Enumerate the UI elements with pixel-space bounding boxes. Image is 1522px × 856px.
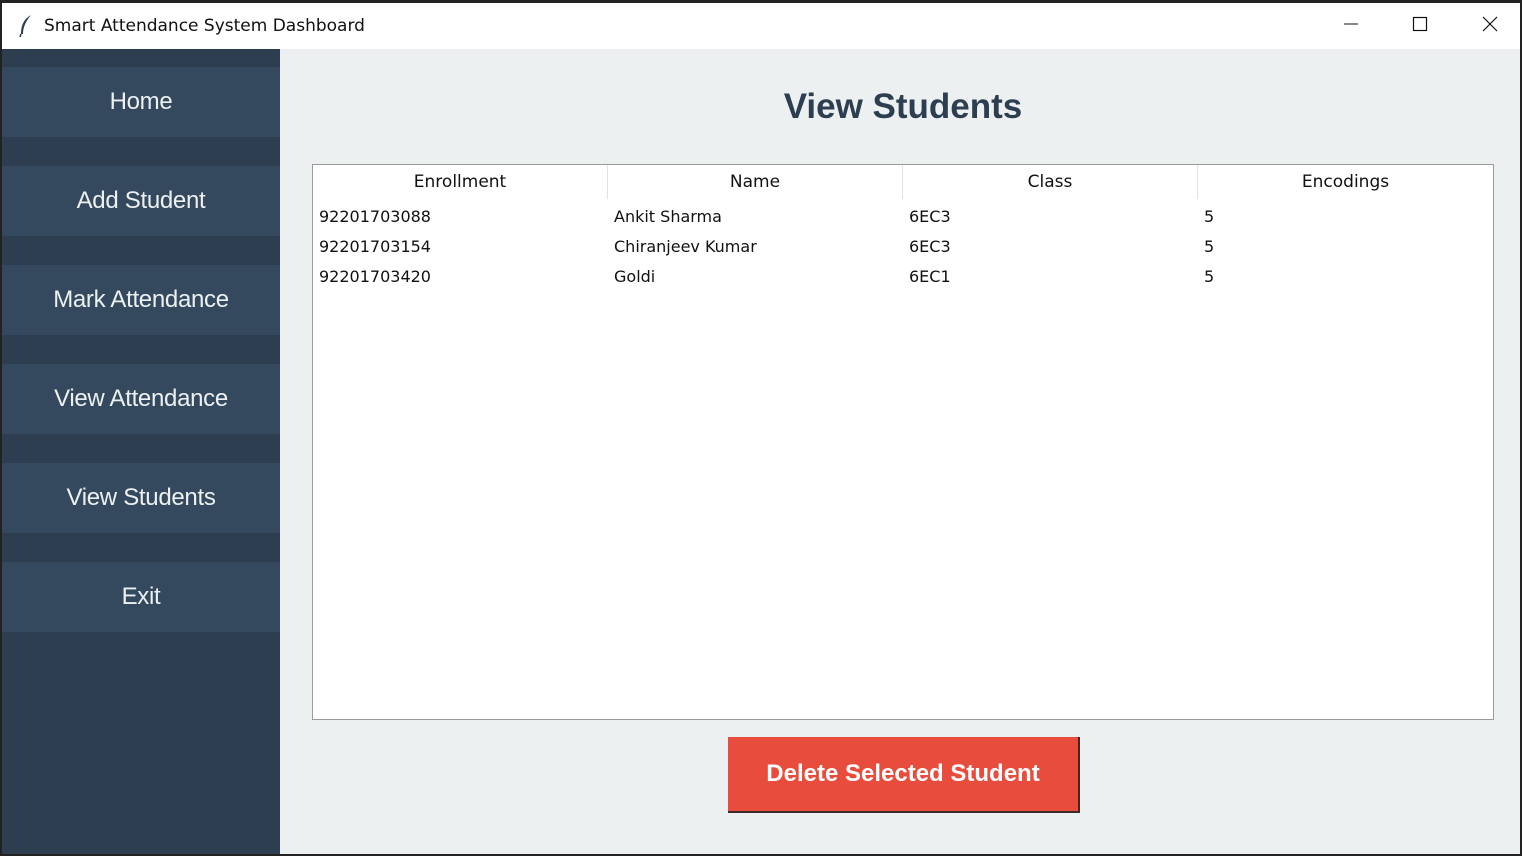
cell-name: Chiranjeev Kumar (614, 236, 757, 256)
maximize-button[interactable] (1385, 3, 1455, 49)
delete-selected-student-button[interactable]: Delete Selected Student (728, 737, 1080, 813)
sidebar-item-mark-attendance[interactable]: Mark Attendance (2, 265, 280, 335)
students-table[interactable]: Enrollment Name Class Encodings 92201703… (312, 164, 1494, 720)
page-title: View Students (783, 87, 1023, 126)
cell-encodings: 5 (1204, 206, 1215, 226)
sidebar-item-exit[interactable]: Exit (2, 562, 280, 632)
cell-class: 6EC3 (909, 236, 951, 256)
table-header: Enrollment Name Class Encodings (313, 165, 1493, 199)
sidebar: Home Add Student Mark Attendance View At… (2, 49, 280, 854)
table-row[interactable]: 92201703154 Chiranjeev Kumar 6EC3 5 (313, 231, 1493, 261)
minimize-icon (1343, 16, 1359, 37)
close-button[interactable] (1455, 3, 1520, 49)
sidebar-item-add-student[interactable]: Add Student (2, 166, 280, 236)
sidebar-item-view-attendance[interactable]: View Attendance (2, 364, 280, 434)
cell-class: 6EC1 (909, 266, 951, 286)
cell-name: Goldi (614, 266, 656, 286)
column-header-encodings[interactable]: Encodings (1198, 165, 1493, 199)
sidebar-item-view-students[interactable]: View Students (2, 463, 280, 533)
maximize-icon (1412, 16, 1428, 37)
table-row[interactable]: 92201703420 Goldi 6EC1 5 (313, 261, 1493, 291)
cell-class: 6EC3 (909, 206, 951, 226)
main-panel: View Students Enrollment Name Class Enco… (280, 49, 1520, 854)
title-bar[interactable]: Smart Attendance System Dashboard (2, 3, 1520, 49)
cell-name: Ankit Sharma (614, 206, 722, 226)
cell-enrollment: 92201703420 (319, 266, 431, 286)
window-title: Smart Attendance System Dashboard (44, 16, 365, 36)
table-row[interactable]: 92201703088 Ankit Sharma 6EC3 5 (313, 201, 1493, 231)
column-header-enrollment[interactable]: Enrollment (313, 165, 608, 199)
cell-enrollment: 92201703154 (319, 236, 431, 256)
app-window: Smart Attendance System Dashboard Home A… (0, 0, 1522, 856)
cell-encodings: 5 (1204, 236, 1215, 256)
minimize-button[interactable] (1316, 3, 1386, 49)
sidebar-item-home[interactable]: Home (2, 67, 280, 137)
cell-encodings: 5 (1204, 266, 1215, 286)
close-icon (1482, 16, 1498, 37)
feather-icon (16, 13, 36, 39)
column-header-name[interactable]: Name (608, 165, 903, 199)
column-header-class[interactable]: Class (903, 165, 1198, 199)
cell-enrollment: 92201703088 (319, 206, 431, 226)
